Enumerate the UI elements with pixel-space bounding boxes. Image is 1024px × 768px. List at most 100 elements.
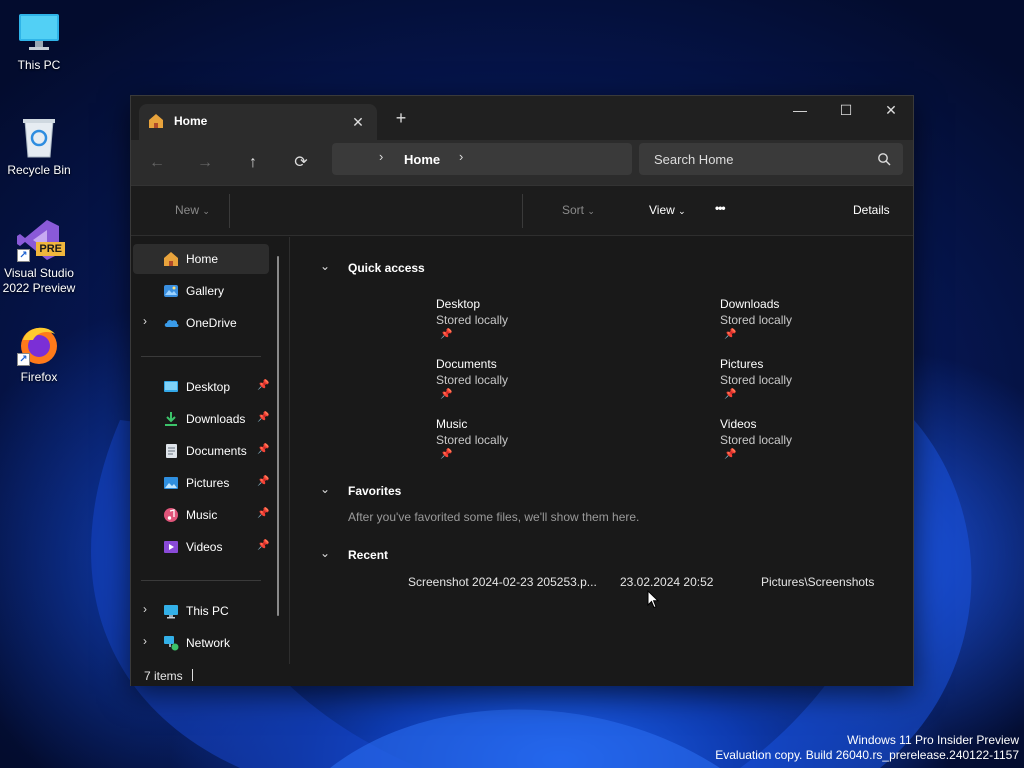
quick-access-item-downloads[interactable]: Downloads Stored locally 📌	[720, 297, 900, 353]
up-button[interactable]: ↑	[239, 149, 267, 177]
chevron-down-icon[interactable]: ⌄	[320, 482, 330, 496]
search-icon[interactable]	[877, 152, 891, 169]
pin-icon: 📌	[440, 389, 453, 400]
chevron-right-icon[interactable]: ›	[459, 149, 463, 164]
item-name: Desktop	[436, 297, 481, 311]
content-pane: ⌄ Quick access Desktop Stored locally 📌 …	[290, 237, 913, 664]
address-bar[interactable]: › Home ›	[332, 143, 632, 175]
chevron-right-icon[interactable]: ›	[143, 602, 147, 616]
section-quick-access[interactable]: Quick access	[348, 261, 425, 275]
desktop-icon-this-pc[interactable]: This PC	[1, 10, 77, 73]
gallery-icon	[163, 283, 179, 299]
visual-studio-icon: PRE ↗	[17, 218, 65, 262]
recent-file-row[interactable]: Screenshot 2024-02-23 205253.p... 23.02.…	[290, 575, 913, 597]
recent-file-date: 23.02.2024 20:52	[620, 575, 714, 589]
item-name: Documents	[436, 357, 497, 371]
sidebar-scrollbar[interactable]	[277, 256, 279, 616]
desktop-icon-visual-studio[interactable]: PRE ↗ Visual Studio 2022 Preview	[1, 218, 77, 296]
quick-access-item-videos[interactable]: Videos Stored locally 📌	[720, 417, 900, 473]
tab-label: Home	[174, 114, 208, 128]
sidebar-item-desktop[interactable]: Desktop 📌	[133, 372, 269, 402]
details-button[interactable]: Details	[853, 203, 890, 217]
monitor-icon	[17, 10, 61, 54]
sidebar-item-label: Gallery	[186, 284, 225, 298]
maximize-button[interactable]: ☐	[823, 96, 869, 126]
sidebar-item-label: Music	[186, 508, 218, 522]
mouse-cursor-icon	[647, 589, 660, 612]
sidebar-item-label: Downloads	[186, 412, 246, 426]
quick-access-item-documents[interactable]: Documents Stored locally 📌	[436, 357, 616, 413]
navigation-pane: Home Gallery › OneDrive Desktop 📌 Downlo…	[131, 237, 289, 664]
chevron-down-icon[interactable]: ⌄	[320, 546, 330, 560]
sidebar-divider	[141, 356, 261, 357]
item-name: Pictures	[720, 357, 764, 371]
pin-icon: 📌	[257, 540, 270, 551]
pin-icon: 📌	[724, 329, 737, 340]
more-options-button[interactable]: •••	[715, 201, 726, 215]
item-status: Stored locally	[436, 313, 509, 327]
watermark-line-2: Evaluation copy. Build 26040.rs_prerelea…	[715, 748, 1019, 762]
quick-access-item-music[interactable]: Music Stored locally 📌	[436, 417, 616, 473]
sidebar-item-label: Documents	[186, 444, 247, 458]
item-status: Stored locally	[720, 313, 793, 327]
chevron-right-icon[interactable]: ›	[379, 149, 383, 164]
status-divider	[192, 669, 193, 681]
toolbar-divider	[522, 194, 523, 228]
section-recent[interactable]: Recent	[348, 548, 388, 562]
minimize-button[interactable]: —	[777, 96, 823, 126]
pin-icon: 📌	[257, 444, 270, 455]
item-name: Music	[436, 417, 468, 431]
sidebar-item-gallery[interactable]: Gallery	[133, 276, 269, 306]
cloud-icon	[163, 315, 179, 331]
pin-icon: 📌	[257, 412, 270, 423]
desktop-icon-recycle-bin[interactable]: Recycle Bin	[1, 115, 77, 178]
sidebar-item-downloads[interactable]: Downloads 📌	[133, 404, 269, 434]
quick-access-item-pictures[interactable]: Pictures Stored locally 📌	[720, 357, 900, 413]
item-name: Videos	[720, 417, 757, 431]
forward-button[interactable]: →	[191, 149, 219, 177]
new-tab-button[interactable]: +	[389, 107, 413, 131]
new-button[interactable]: New ⌄	[175, 203, 210, 217]
sidebar-item-music[interactable]: Music 📌	[133, 500, 269, 530]
sidebar-item-pictures[interactable]: Pictures 📌	[133, 468, 269, 498]
title-bar: Home ✕ + — ☐ ✕	[131, 96, 913, 140]
shortcut-arrow-icon: ↗	[17, 353, 30, 366]
pin-icon: 📌	[257, 476, 270, 487]
pin-icon: 📌	[257, 380, 270, 391]
monitor-icon	[163, 603, 179, 619]
sidebar-item-label: This PC	[186, 604, 229, 618]
back-button[interactable]: ←	[143, 149, 171, 177]
chevron-right-icon[interactable]: ›	[143, 634, 147, 648]
desktop-icon-firefox[interactable]: ↗ Firefox	[1, 322, 77, 385]
pin-icon: 📌	[257, 508, 270, 519]
sidebar-item-home[interactable]: Home	[133, 244, 269, 274]
quick-access-item-desktop[interactable]: Desktop Stored locally 📌	[436, 297, 616, 353]
close-window-button[interactable]: ✕	[868, 96, 914, 126]
status-bar: 7 items	[131, 664, 913, 686]
sidebar-item-this-pc[interactable]: › This PC	[133, 596, 269, 626]
sidebar-item-documents[interactable]: Documents 📌	[133, 436, 269, 466]
refresh-button[interactable]: ⟳	[287, 149, 315, 177]
chevron-right-icon[interactable]: ›	[143, 314, 147, 328]
sidebar-item-label: Desktop	[186, 380, 231, 394]
sidebar-item-videos[interactable]: Videos 📌	[133, 532, 269, 562]
sidebar-item-onedrive[interactable]: › OneDrive	[133, 308, 269, 338]
firefox-icon: ↗	[17, 322, 61, 366]
chevron-down-icon[interactable]: ⌄	[320, 259, 330, 273]
breadcrumb-home[interactable]: Home	[404, 152, 440, 167]
toolbar-divider	[229, 194, 230, 228]
desktop-icon-label: This PC	[17, 58, 61, 72]
pin-icon: 📌	[724, 449, 737, 460]
recycle-bin-icon	[17, 115, 61, 159]
tab-home[interactable]: Home ✕	[139, 104, 377, 140]
recent-file-location: Pictures\Screenshots	[761, 575, 875, 589]
sidebar-item-network[interactable]: › Network	[133, 628, 269, 658]
desktop-icon-label: Firefox	[20, 370, 58, 384]
close-tab-icon[interactable]: ✕	[347, 111, 369, 133]
sort-button[interactable]: Sort ⌄	[562, 203, 595, 217]
item-count: 7 items	[144, 669, 183, 683]
videos-icon	[163, 539, 179, 555]
section-favorites[interactable]: Favorites	[348, 484, 401, 498]
view-button[interactable]: View ⌄	[649, 203, 686, 217]
search-input[interactable]	[639, 143, 903, 175]
